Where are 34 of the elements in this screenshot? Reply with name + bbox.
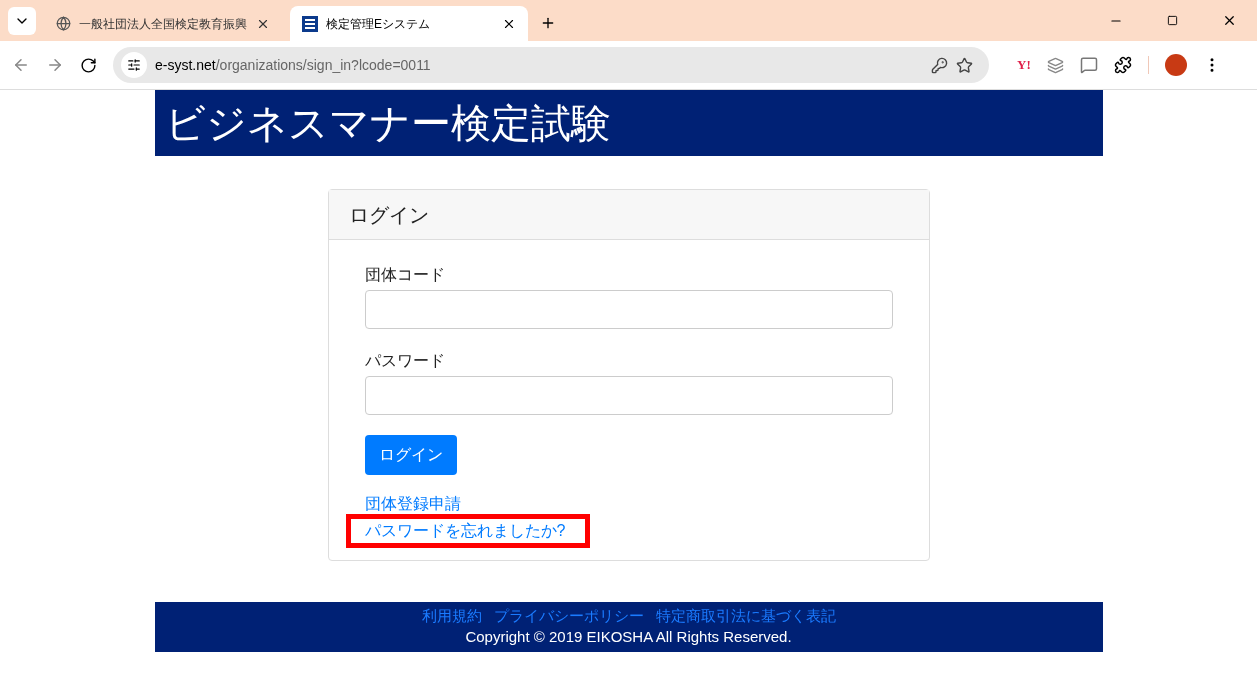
tab-title: 検定管理Eシステム	[326, 15, 431, 33]
field-label: パスワード	[364, 351, 445, 371]
tab-title: 一般社団法人全国検定教育振興	[79, 15, 248, 33]
new-tab-icon[interactable]	[540, 15, 556, 31]
login-button[interactable]: ログイン	[364, 435, 457, 475]
extension-button[interactable]: Y!	[1017, 55, 1031, 75]
maximize-icon[interactable]	[1167, 15, 1178, 26]
card-heading: ログイン	[348, 202, 429, 228]
key-icon[interactable]	[931, 56, 948, 74]
footer-link[interactable]: プライバシーポリシー	[493, 606, 644, 626]
tab-search-button[interactable]	[8, 7, 36, 35]
layers-icon[interactable]	[1046, 56, 1064, 74]
forward-icon[interactable]	[46, 56, 64, 74]
page-title: ビジネスマナー検定試験	[164, 103, 611, 143]
site-settings-icon[interactable]	[121, 52, 147, 78]
browser-tab[interactable]: 検定管理Eシステム	[290, 6, 528, 41]
globe-icon	[56, 16, 71, 31]
close-icon[interactable]	[1222, 13, 1237, 28]
link[interactable]: 団体登録申請	[364, 494, 461, 514]
url-text: e-syst.net/organizations/sign_in?lcode=0011	[155, 55, 432, 75]
footer-link[interactable]: 特定商取引法に基づく表記	[655, 606, 836, 626]
browser-tab[interactable]: 一般社団法人全国検定教育振興	[44, 6, 282, 41]
address-bar[interactable]: e-syst.net/organizations/sign_in?lcode=0011	[113, 47, 989, 83]
profile-avatar[interactable]	[1164, 54, 1187, 76]
field-label: 団体コード	[364, 265, 445, 285]
footer-link[interactable]: 利用規約	[421, 606, 482, 626]
copyright-text: Copyright © 2019 EIKOSHA All Rights Reserved.	[465, 627, 792, 647]
link[interactable]: パスワードを忘れましたか?	[345, 514, 591, 548]
back-icon[interactable]	[12, 56, 30, 74]
site-logo-icon	[302, 15, 318, 32]
reload-icon[interactable]	[80, 56, 97, 74]
chat-icon[interactable]	[1079, 56, 1098, 74]
extensions-icon[interactable]	[1113, 56, 1132, 74]
bookmark-star-icon[interactable]	[956, 56, 973, 74]
